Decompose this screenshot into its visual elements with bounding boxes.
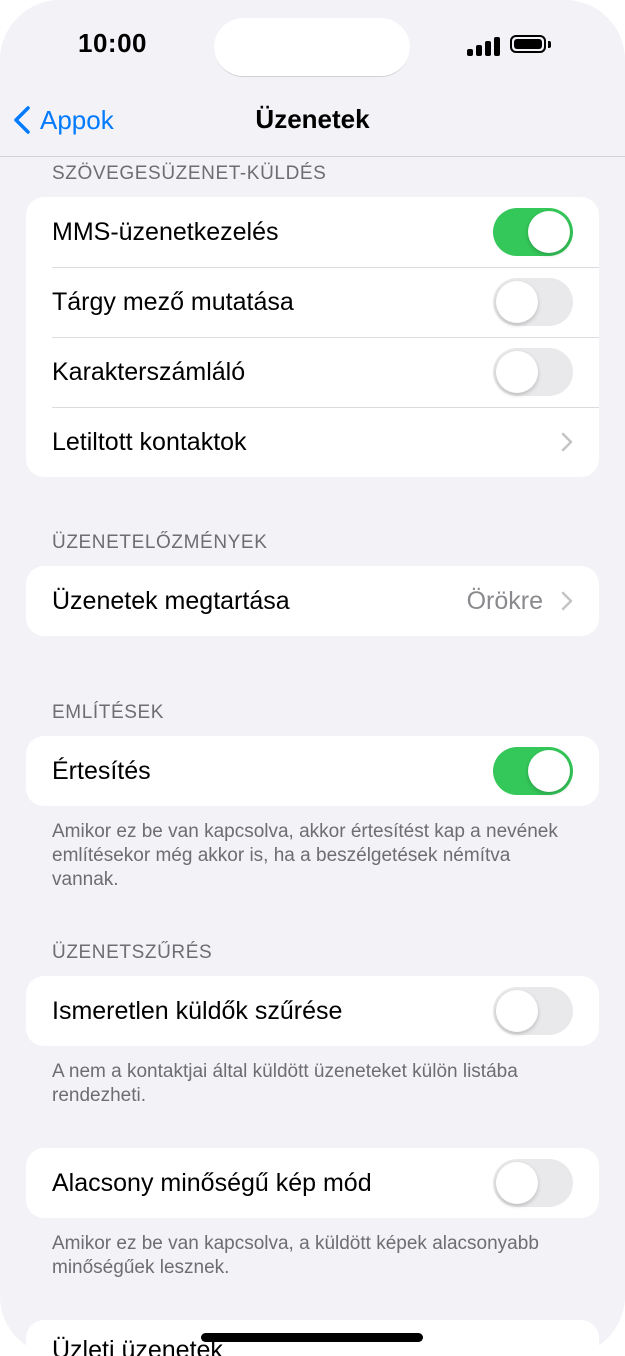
card-low-quality: Alacsony minőségű kép mód [26, 1148, 599, 1218]
row-label: Letiltott kontaktok [52, 427, 247, 456]
row-label: Értesítés [52, 756, 151, 785]
row-label: Ismeretlen küldők szűrése [52, 996, 343, 1025]
toggle-knob [496, 1162, 538, 1204]
chevron-right-icon [561, 591, 573, 611]
row-label: Tárgy mező mutatása [52, 287, 294, 316]
chevron-right-icon [561, 432, 573, 452]
card-filtering: Ismeretlen küldők szűrése [26, 976, 599, 1046]
row-blocked-contacts[interactable]: Letiltott kontaktok [26, 407, 599, 477]
filtering-footer-note: A nem a kontaktjai által küldött üzenete… [52, 1061, 518, 1106]
show-subject-field-toggle[interactable] [493, 278, 573, 326]
row-label: MMS-üzenetkezelés [52, 217, 279, 246]
section-header-mentions: EMLÍTÉSEK [52, 702, 165, 723]
mentions-footer-note: Amikor ez be van kapcsolva, akkor értesí… [52, 821, 558, 890]
status-bar: 10:00 [0, 0, 625, 90]
toggle-knob [496, 281, 538, 323]
card-history: Üzenetek megtartása Örökre [26, 566, 599, 636]
navigation-bar: Appok Üzenetek [0, 90, 625, 157]
phone-screen: 10:00 Appok Üzenetek SZÖVEGESÜZENET-KÜLD… [0, 0, 625, 1356]
battery-icon [510, 35, 546, 53]
section-header-history: ÜZENETELŐZMÉNYEK [52, 532, 268, 553]
mms-messaging-toggle[interactable] [493, 208, 573, 256]
character-count-toggle[interactable] [493, 348, 573, 396]
row-show-subject-field: Tárgy mező mutatása [26, 267, 599, 337]
card-mentions: Értesítés [26, 736, 599, 806]
keep-messages-value: Örökre [466, 586, 543, 615]
dynamic-island [214, 18, 410, 77]
row-label: Alacsony minőségű kép mód [52, 1168, 372, 1197]
toggle-knob [496, 351, 538, 393]
card-sms: MMS-üzenetkezelés Tárgy mező mutatása Ka… [26, 197, 599, 477]
section-header-filtering: ÜZENETSZŰRÉS [52, 942, 213, 963]
battery-cap [548, 41, 551, 48]
toggle-knob [528, 750, 570, 792]
row-notify-me: Értesítés [26, 736, 599, 806]
row-mms-messaging: MMS-üzenetkezelés [26, 197, 599, 267]
page-title: Üzenetek [255, 104, 370, 134]
row-filter-unknown-senders: Ismeretlen küldők szűrése [26, 976, 599, 1046]
status-time: 10:00 [78, 28, 147, 58]
row-label: Üzenetek megtartása [52, 586, 290, 615]
row-keep-messages[interactable]: Üzenetek megtartása Örökre [26, 566, 599, 636]
low-quality-footer-note: Amikor ez be van kapcsolva, a küldött ké… [52, 1233, 539, 1278]
toggle-knob [528, 211, 570, 253]
cellular-signal-icon [467, 36, 501, 56]
row-character-count: Karakterszámláló [26, 337, 599, 407]
filter-unknown-senders-toggle[interactable] [493, 987, 573, 1035]
business-messages-label: Üzleti üzenetek [52, 1336, 223, 1356]
low-quality-image-mode-toggle[interactable] [493, 1159, 573, 1207]
section-header-sms: SZÖVEGESÜZENET-KÜLDÉS [52, 163, 327, 184]
notify-me-toggle[interactable] [493, 747, 573, 795]
row-low-quality-image-mode: Alacsony minőségű kép mód [26, 1148, 599, 1218]
toggle-knob [496, 990, 538, 1032]
home-indicator[interactable] [201, 1333, 423, 1342]
row-label: Karakterszámláló [52, 357, 246, 386]
